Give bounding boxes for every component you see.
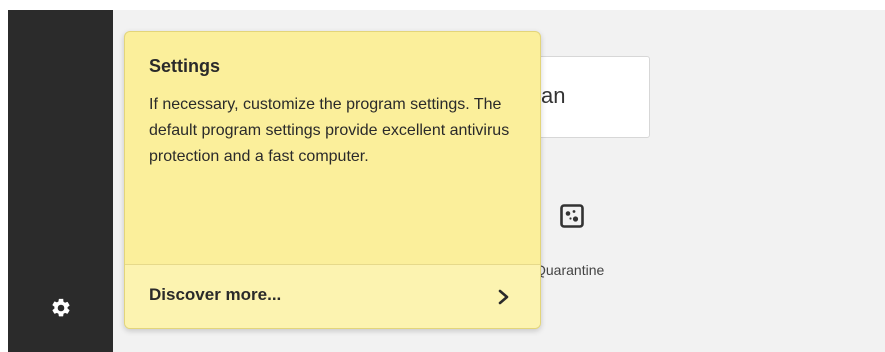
scan-button-label: an xyxy=(541,83,566,108)
top-strip xyxy=(0,0,885,10)
sidebar xyxy=(8,10,113,352)
quarantine-button[interactable]: Quarantine xyxy=(527,200,637,290)
tooltip-title: Settings xyxy=(149,56,221,76)
chevron-right-icon xyxy=(497,289,511,305)
gear-icon[interactable] xyxy=(50,297,72,319)
discover-more-label: Discover more... xyxy=(149,285,282,304)
quarantine-label: Quarantine xyxy=(535,262,605,278)
tooltip-body: If necessary, customize the program sett… xyxy=(149,96,510,165)
discover-more-link[interactable]: Discover more... xyxy=(125,264,540,328)
quarantine-icon xyxy=(560,204,584,228)
settings-tooltip: Settings If necessary, customize the pro… xyxy=(124,31,541,329)
